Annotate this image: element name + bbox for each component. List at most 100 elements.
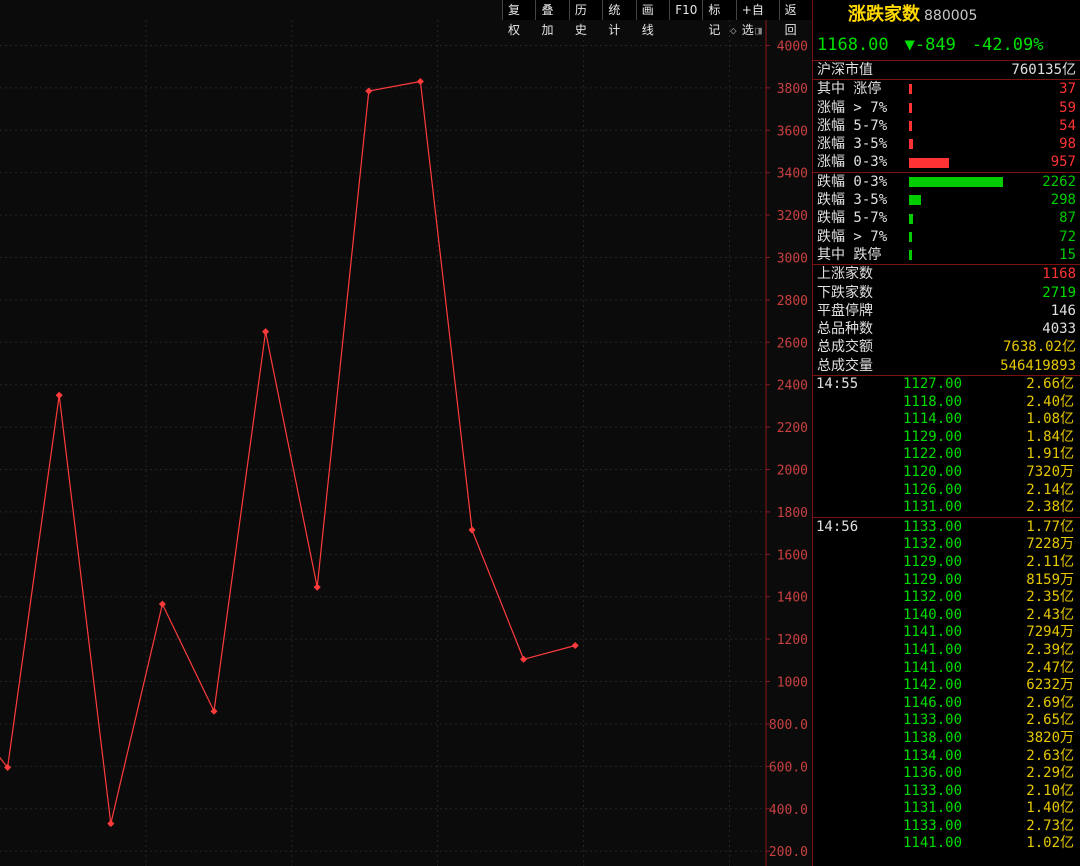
tick-row: 1146.00 2.69亿 (813, 695, 1080, 713)
tick-row: 1141.00 2.39亿 (813, 642, 1080, 660)
toolbar-button[interactable]: +自选 (735, 0, 779, 37)
decline-distribution: 跌幅 0-3% 2262 跌幅 3-5% 298 跌幅 5-7% 87 跌幅 > 7% 72 其… (813, 173, 1080, 264)
distribution-bar (909, 250, 912, 261)
tick-volume: 2.11亿 (1026, 553, 1074, 570)
data-point (313, 583, 321, 591)
chart-toolbar: 复权 叠加 历史 统计 画线 F10 标记 +自选 返回 (502, 0, 812, 37)
distribution-row: 跌幅 5-7% 87 (813, 209, 1080, 227)
stat-label: 总品种数 (817, 321, 873, 338)
tick-row: 1133.00 2.65亿 (813, 712, 1080, 730)
index-code: 880005 (924, 8, 978, 24)
tick-price: 1132.00 (903, 589, 963, 606)
tick-volume: 1.77亿 (1026, 518, 1074, 535)
distribution-value: 2262 (1042, 173, 1076, 190)
toolbar-button[interactable]: 统计 (602, 0, 635, 37)
price-change-pct: -42.09% (971, 35, 1044, 55)
distribution-label: 跌幅 5-7% (817, 210, 888, 227)
tick-price: 1129.00 (903, 428, 963, 445)
tick-volume: 7320万 (1026, 464, 1074, 481)
tick-row: 14:55 1127.00 2.66亿 (813, 376, 1080, 394)
y-tick-label: 2600 (777, 336, 808, 351)
stat-value: 1168 (1042, 266, 1076, 283)
data-point (262, 328, 270, 336)
toolbar-button[interactable]: 叠加 (535, 0, 568, 37)
distribution-label: 其中 跌停 (817, 246, 882, 263)
tick-row: 1138.00 3820万 (813, 730, 1080, 748)
tick-volume: 2.47亿 (1026, 659, 1074, 676)
distribution-label: 涨幅 0-3% (817, 154, 888, 171)
index-name: 涨跌家数 (848, 4, 920, 25)
tick-volume: 8159万 (1026, 571, 1074, 588)
distribution-label: 其中 涨停 (817, 81, 882, 98)
line-chart: 200.0 400.0 600.0 800.0 1000 1200 1400 1600 1800… (0, 20, 808, 866)
stat-value: 546419893 (1000, 357, 1076, 374)
stat-row: 平盘停牌 146 (813, 302, 1080, 320)
series-line (0, 80, 576, 824)
y-tick-label: 4000 (777, 39, 808, 54)
tick-price: 1136.00 (903, 765, 963, 782)
tick-price: 1131.00 (903, 499, 963, 516)
distribution-bar (909, 84, 912, 95)
market-cap-value: 760135亿 (1011, 62, 1076, 78)
tick-price: 1141.00 (903, 641, 963, 658)
y-tick-label: 400.0 (769, 803, 808, 818)
tick-volume: 2.40亿 (1026, 393, 1074, 410)
tick-row: 1120.00 7320万 (813, 464, 1080, 482)
data-point (107, 820, 115, 828)
data-point (520, 655, 528, 663)
distribution-bar (909, 102, 912, 113)
y-tick-label: 1400 (777, 591, 808, 606)
tick-price: 1141.00 (903, 659, 963, 676)
stat-row: 总成交量 546419893 (813, 357, 1080, 375)
tick-row: 1129.00 8159万 (813, 572, 1080, 590)
y-tick-label: 600.0 (769, 760, 808, 775)
toolbar-button[interactable]: 标记 (702, 0, 735, 37)
distribution-bar (909, 121, 912, 132)
tick-time: 14:56 (816, 518, 859, 535)
toolbar-button[interactable]: F10 (669, 0, 702, 20)
tick-list[interactable]: 14:55 1127.00 2.66亿 1118.00 2.40亿 1114.00 1.08… (813, 376, 1080, 853)
distribution-label: 跌幅 > 7% (817, 228, 888, 245)
data-point (571, 641, 579, 650)
distribution-value: 15 (1059, 246, 1076, 263)
tick-row: 1133.00 2.10亿 (813, 783, 1080, 801)
stat-value: 7638.02亿 (1002, 339, 1076, 356)
tick-volume: 7228万 (1026, 536, 1074, 553)
tick-row: 1134.00 2.63亿 (813, 748, 1080, 766)
tick-volume: 2.65亿 (1026, 712, 1074, 729)
toolbar-button[interactable]: 历史 (568, 0, 602, 37)
tick-volume: 1.02亿 (1026, 835, 1074, 852)
distribution-value: 957 (1050, 154, 1076, 171)
market-breadth-panel: 涨跌家数 880005 1168.00 ▼-849 -42.09% 沪深市值 76… (812, 0, 1080, 866)
chart-corner-icons[interactable]: ◇ ◨ (730, 24, 768, 37)
distribution-value: 59 (1059, 99, 1076, 116)
tick-volume: 2.43亿 (1026, 606, 1074, 623)
distribution-bar (909, 195, 922, 206)
tick-volume: 2.29亿 (1026, 765, 1074, 782)
toolbar-button[interactable]: 返回 (778, 0, 812, 37)
distribution-row: 涨幅 3-5% 98 (813, 135, 1080, 153)
tick-row: 1129.00 1.84亿 (813, 429, 1080, 447)
tick-price: 1134.00 (903, 747, 963, 764)
advance-distribution: 其中 涨停 37 涨幅 > 7% 59 涨幅 5-7% 54 涨幅 3-5% 98 涨幅 0-3… (813, 80, 1080, 171)
stat-row: 总品种数 4033 (813, 320, 1080, 338)
toolbar-button[interactable]: 画线 (635, 0, 669, 37)
tick-volume: 2.66亿 (1026, 376, 1074, 393)
tick-volume: 2.69亿 (1026, 694, 1074, 711)
tick-price: 1118.00 (903, 393, 963, 410)
tick-price: 1126.00 (903, 481, 963, 498)
y-tick-label: 2400 (777, 379, 808, 394)
tick-volume: 6232万 (1026, 677, 1074, 694)
distribution-label: 涨幅 5-7% (817, 117, 888, 134)
data-point (365, 87, 373, 95)
tick-price: 1127.00 (903, 376, 963, 393)
panel-title: 涨跌家数 880005 (813, 0, 1080, 30)
toolbar-button[interactable]: 复权 (502, 0, 535, 37)
tick-row: 1136.00 2.29亿 (813, 765, 1080, 783)
data-point (416, 77, 424, 86)
y-tick-label: 2000 (777, 464, 808, 479)
data-point (468, 526, 476, 534)
distribution-label: 涨幅 > 7% (817, 99, 888, 116)
data-point (210, 707, 218, 715)
distribution-value: 54 (1059, 117, 1076, 134)
